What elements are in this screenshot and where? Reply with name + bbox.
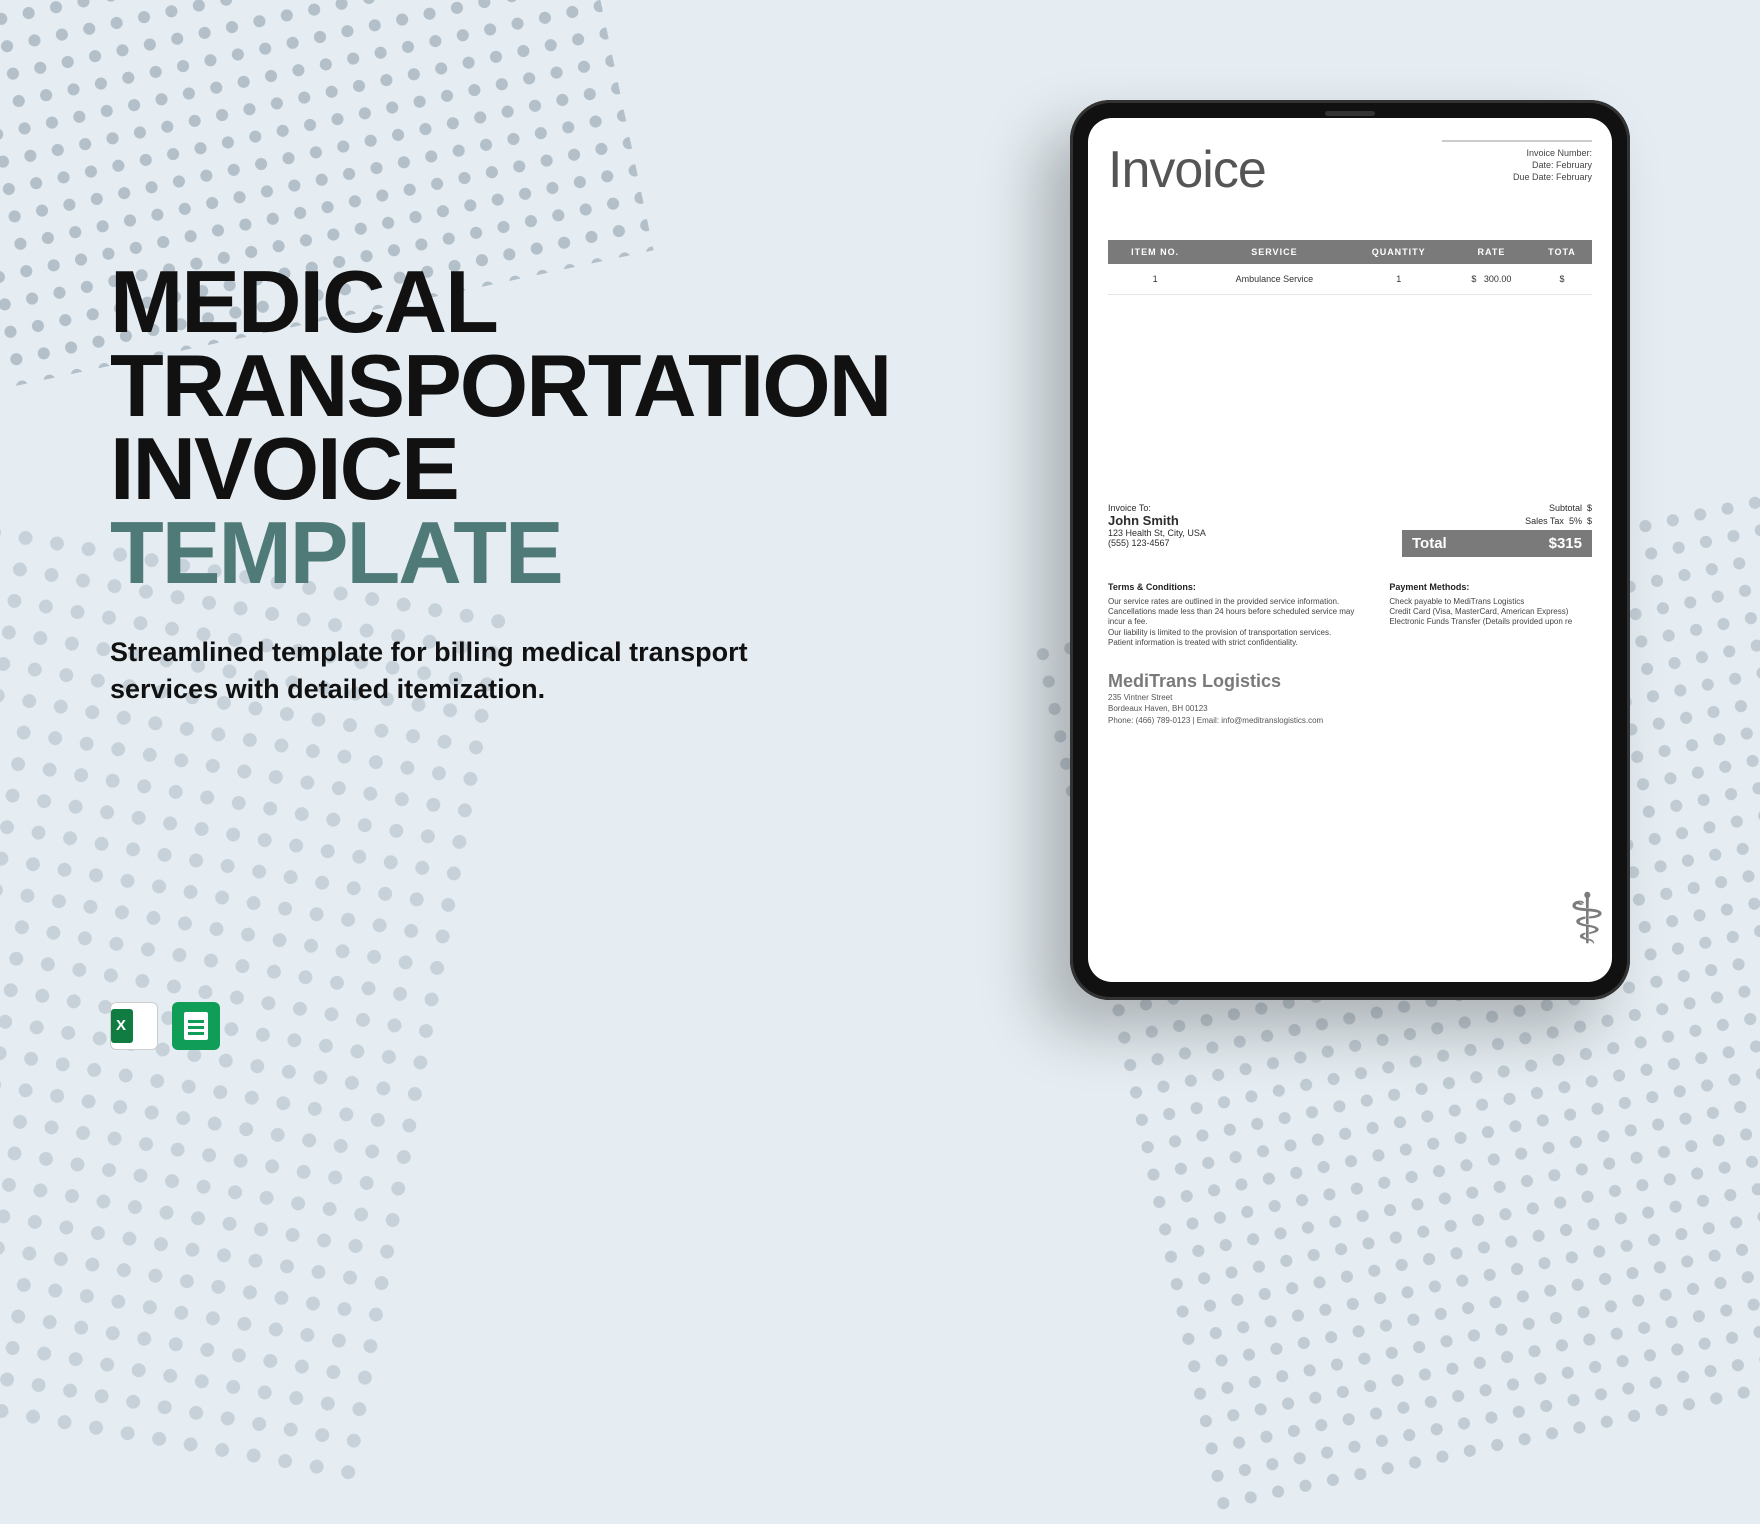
terms-l2: Cancellations made less than 24 hours be… bbox=[1108, 607, 1371, 628]
payment-l2: Credit Card (Visa, MasterCard, American … bbox=[1389, 607, 1592, 617]
bill-to-label: Invoice To: bbox=[1108, 503, 1206, 513]
terms-l3: Our liability is limited to the provisio… bbox=[1108, 628, 1371, 638]
bill-to-block: Invoice To: John Smith 123 Health St, Ci… bbox=[1108, 503, 1206, 560]
excel-icon bbox=[110, 1002, 158, 1050]
company-name: MediTrans Logistics bbox=[1108, 671, 1592, 692]
bill-to-addr: 123 Health St, City, USA bbox=[1108, 528, 1206, 538]
invoice-number-label: Invoice Number: bbox=[1442, 148, 1592, 158]
invoice-date-label: Date: bbox=[1532, 160, 1554, 170]
company-addr1: 235 Vintner Street bbox=[1108, 692, 1592, 704]
total-value: $315 bbox=[1549, 535, 1582, 552]
bill-to-name: John Smith bbox=[1108, 513, 1179, 528]
bill-to-phone: (555) 123-4567 bbox=[1108, 538, 1206, 548]
col-item-no: ITEM NO. bbox=[1108, 240, 1202, 264]
subtotal-label: Subtotal bbox=[1549, 503, 1582, 513]
tax-sym: $ bbox=[1587, 516, 1592, 526]
col-rate: RATE bbox=[1451, 240, 1532, 264]
title-line-3b: TEMPLATE bbox=[110, 503, 562, 602]
tax-pct: 5% bbox=[1569, 516, 1582, 526]
total-label: Total bbox=[1412, 535, 1447, 552]
total-bar: Total $315 bbox=[1402, 530, 1592, 557]
col-service: SERVICE bbox=[1202, 240, 1346, 264]
payment-l1: Check payable to MediTrans Logistics bbox=[1389, 597, 1592, 607]
page-subtitle: Streamlined template for billing medical… bbox=[110, 634, 840, 707]
cell-rate: 300.00 bbox=[1484, 274, 1512, 284]
col-quantity: QUANTITY bbox=[1346, 240, 1450, 264]
tablet-mockup: Invoice Invoice Number: Date: February D… bbox=[1070, 100, 1650, 1040]
terms-heading: Terms & Conditions: bbox=[1108, 582, 1371, 594]
invoice-due-label: Due Date: bbox=[1513, 172, 1554, 182]
table-spacer bbox=[1108, 295, 1592, 495]
cell-item-no: 1 bbox=[1108, 264, 1202, 295]
invoice-heading: Invoice bbox=[1108, 140, 1266, 200]
payment-heading: Payment Methods: bbox=[1389, 582, 1592, 594]
invoice-meta: Invoice Number: Date: February Due Date:… bbox=[1442, 140, 1592, 184]
payment-l3: Electronic Funds Transfer (Details provi… bbox=[1389, 617, 1592, 627]
tablet-frame: Invoice Invoice Number: Date: February D… bbox=[1070, 100, 1630, 1000]
company-block: MediTrans Logistics 235 Vintner Street B… bbox=[1108, 671, 1592, 727]
payment-block: Payment Methods: Check payable to MediTr… bbox=[1389, 582, 1592, 649]
tax-label: Sales Tax bbox=[1525, 516, 1564, 526]
company-contact: Phone: (466) 789-0123 | Email: info@medi… bbox=[1108, 715, 1592, 727]
cell-service: Ambulance Service bbox=[1202, 264, 1346, 295]
cell-total-sym: $ bbox=[1532, 264, 1592, 295]
subtotal-sym: $ bbox=[1587, 503, 1592, 513]
caduceus-icon: ⚕ bbox=[1568, 878, 1606, 960]
page-title: MEDICAL TRANSPORTATION INVOICE TEMPLATE bbox=[110, 260, 840, 594]
company-addr2: Bordeaux Haven, BH 00123 bbox=[1108, 703, 1592, 715]
invoice-table: ITEM NO. SERVICE QUANTITY RATE TOTA 1 Am… bbox=[1108, 240, 1592, 295]
invoice-document: Invoice Invoice Number: Date: February D… bbox=[1088, 118, 1612, 982]
col-total: TOTA bbox=[1532, 240, 1592, 264]
cell-quantity: 1 bbox=[1346, 264, 1450, 295]
invoice-due-value: February bbox=[1556, 172, 1592, 182]
terms-l4: Patient information is treated with stri… bbox=[1108, 638, 1371, 648]
cell-rate-sym: $ bbox=[1471, 274, 1476, 284]
table-row: 1 Ambulance Service 1 $ 300.00 $ bbox=[1108, 264, 1592, 295]
hero-text-block: MEDICAL TRANSPORTATION INVOICE TEMPLATE … bbox=[110, 260, 840, 707]
google-sheets-icon bbox=[172, 1002, 220, 1050]
terms-l1: Our service rates are outlined in the pr… bbox=[1108, 597, 1371, 607]
invoice-date-value: February bbox=[1556, 160, 1592, 170]
terms-block: Terms & Conditions: Our service rates ar… bbox=[1108, 582, 1371, 649]
totals-block: Subtotal $ Sales Tax 5% $ Total $315 bbox=[1402, 503, 1592, 560]
file-format-icons bbox=[110, 1002, 220, 1050]
